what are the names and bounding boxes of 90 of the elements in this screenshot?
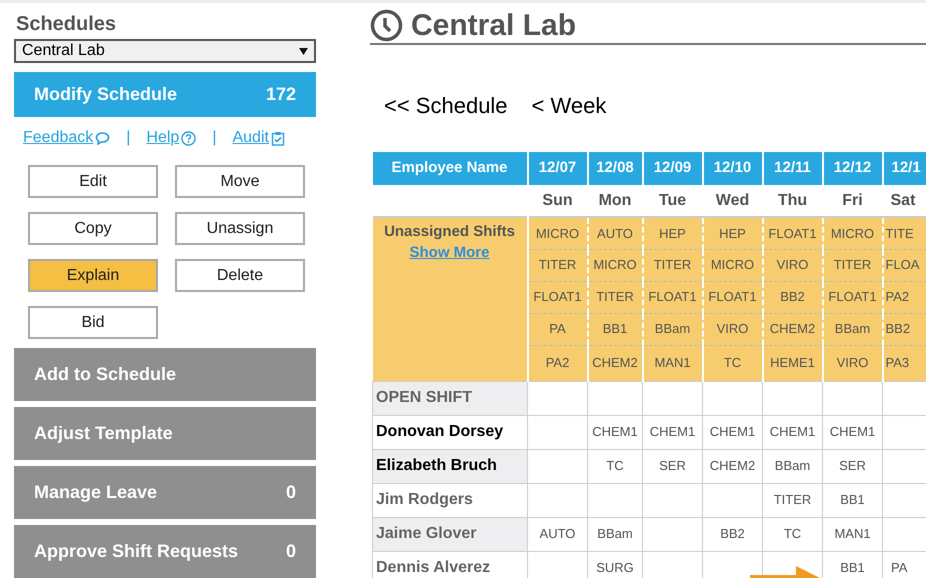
action-button[interactable]: Move <box>175 165 305 198</box>
employee-name[interactable]: Dennis Alverez <box>372 551 528 578</box>
action-button[interactable]: Delete <box>175 259 305 292</box>
action-button[interactable]: Unassign <box>175 212 305 245</box>
shift-cell[interactable]: BB2 <box>762 281 822 313</box>
shift-cell[interactable]: FLOAT1 <box>822 281 882 313</box>
day-header: Sun <box>528 185 588 217</box>
shift-cell[interactable]: MICRO <box>588 249 642 281</box>
shift-cell[interactable]: CHEM2 <box>588 345 642 381</box>
shift-code[interactable]: SER <box>659 458 686 473</box>
shift-cell[interactable]: HEP <box>642 217 702 249</box>
column-header: 12/09 <box>642 152 702 185</box>
shift-code[interactable]: SER <box>839 458 866 473</box>
section-header[interactable]: Manage Leave 0 <box>14 466 316 519</box>
sidebar-link[interactable]: Help <box>146 126 196 150</box>
shift-code[interactable]: TC <box>606 458 624 473</box>
shift-cell[interactable]: PA2 <box>528 345 588 381</box>
clipboard-check-icon <box>270 130 285 146</box>
shift-cell[interactable]: MAN1 <box>642 345 702 381</box>
sidebar-link[interactable]: Audit <box>232 126 285 150</box>
shift-code[interactable]: BB2 <box>720 526 745 541</box>
shift-cell[interactable]: TITE <box>882 217 926 249</box>
shift-cell[interactable]: TITER <box>528 249 588 281</box>
link-separator: | <box>212 128 216 148</box>
day-header: Mon <box>588 185 642 217</box>
action-button[interactable]: Explain <box>28 259 158 292</box>
shift-code[interactable]: BB1 <box>840 492 865 507</box>
shift-cell[interactable]: VIRO <box>822 345 882 381</box>
speech-bubble-icon <box>95 132 110 144</box>
day-header: Thu <box>762 185 822 217</box>
schedule-select[interactable]: Central Lab <box>14 39 316 63</box>
sidebar-title: Schedules <box>16 14 118 34</box>
column-header: 12/10 <box>702 152 762 185</box>
shift-cell[interactable]: PA3 <box>882 345 926 381</box>
employee-name[interactable]: Elizabeth Bruch <box>372 449 528 483</box>
clock-icon <box>370 9 403 42</box>
day-header: Sat <box>882 185 926 217</box>
day-header: Tue <box>642 185 702 217</box>
day-header: Wed <box>702 185 762 217</box>
shift-cell[interactable]: TITER <box>822 249 882 281</box>
shift-cell[interactable]: MICRO <box>528 217 588 249</box>
modify-schedule-header[interactable]: Modify Schedule 172 <box>14 72 316 117</box>
employee-name[interactable]: Donovan Dorsey <box>372 415 528 449</box>
shift-cell[interactable]: VIRO <box>762 249 822 281</box>
link-separator: | <box>126 128 130 148</box>
shift-cell[interactable]: BBam <box>822 313 882 345</box>
page-title: Central Lab <box>411 10 576 40</box>
shift-cell[interactable]: BB2 <box>882 313 926 345</box>
dropdown-caret-icon <box>299 48 308 54</box>
unassigned-shifts-label: Unassigned Shifts <box>383 223 516 241</box>
section-header[interactable]: Add to Schedule <box>14 348 316 401</box>
shift-cell[interactable]: PA <box>528 313 588 345</box>
employee-name[interactable]: Jim Rodgers <box>372 483 528 517</box>
shift-cell[interactable]: FLOA <box>882 249 926 281</box>
shift-cell[interactable]: FLOAT1 <box>528 281 588 313</box>
shift-cell[interactable]: HEME1 <box>762 345 822 381</box>
shift-cell[interactable]: FLOAT1 <box>642 281 702 313</box>
shift-cell[interactable]: BBam <box>642 313 702 345</box>
shift-cell[interactable]: TC <box>702 345 762 381</box>
shift-cell[interactable]: VIRO <box>702 313 762 345</box>
nav-link[interactable]: << Schedule <box>384 89 508 122</box>
shift-cell[interactable]: TITER <box>642 249 702 281</box>
column-header: 12/12 <box>822 152 882 185</box>
shift-cell[interactable]: HEP <box>702 217 762 249</box>
action-button[interactable]: Edit <box>28 165 158 198</box>
sidebar-link[interactable]: Feedback <box>23 126 110 150</box>
shift-cell[interactable]: AUTO <box>588 217 642 249</box>
shift-code[interactable]: TC <box>784 526 802 541</box>
shift-cell[interactable]: TITER <box>588 281 642 313</box>
employee-name[interactable]: OPEN SHIFT <box>372 381 528 415</box>
nav-link[interactable]: < Week <box>532 89 606 122</box>
shift-cell[interactable]: CHEM2 <box>762 313 822 345</box>
column-header: 12/07 <box>528 152 588 185</box>
shift-cell[interactable]: BB1 <box>588 313 642 345</box>
shift-cell[interactable]: FLOAT1 <box>762 217 822 249</box>
day-header: Fri <box>822 185 882 217</box>
column-header: 12/1 <box>882 152 926 185</box>
action-button[interactable]: Bid <box>28 306 158 339</box>
column-header: Employee Name <box>372 152 528 185</box>
column-header: 12/08 <box>588 152 642 185</box>
shift-cell[interactable]: MICRO <box>822 217 882 249</box>
shift-cell[interactable]: PA2 <box>882 281 926 313</box>
section-header[interactable]: Adjust Template <box>14 407 316 460</box>
section-header[interactable]: Approve Shift Requests 0 <box>14 525 316 578</box>
shift-cell[interactable]: FLOAT1 <box>702 281 762 313</box>
employee-name[interactable]: Jaime Glover <box>372 517 528 551</box>
shift-cell[interactable]: MICRO <box>702 249 762 281</box>
help-icon <box>181 130 196 146</box>
column-header: 12/11 <box>762 152 822 185</box>
action-button[interactable]: Copy <box>28 212 158 245</box>
